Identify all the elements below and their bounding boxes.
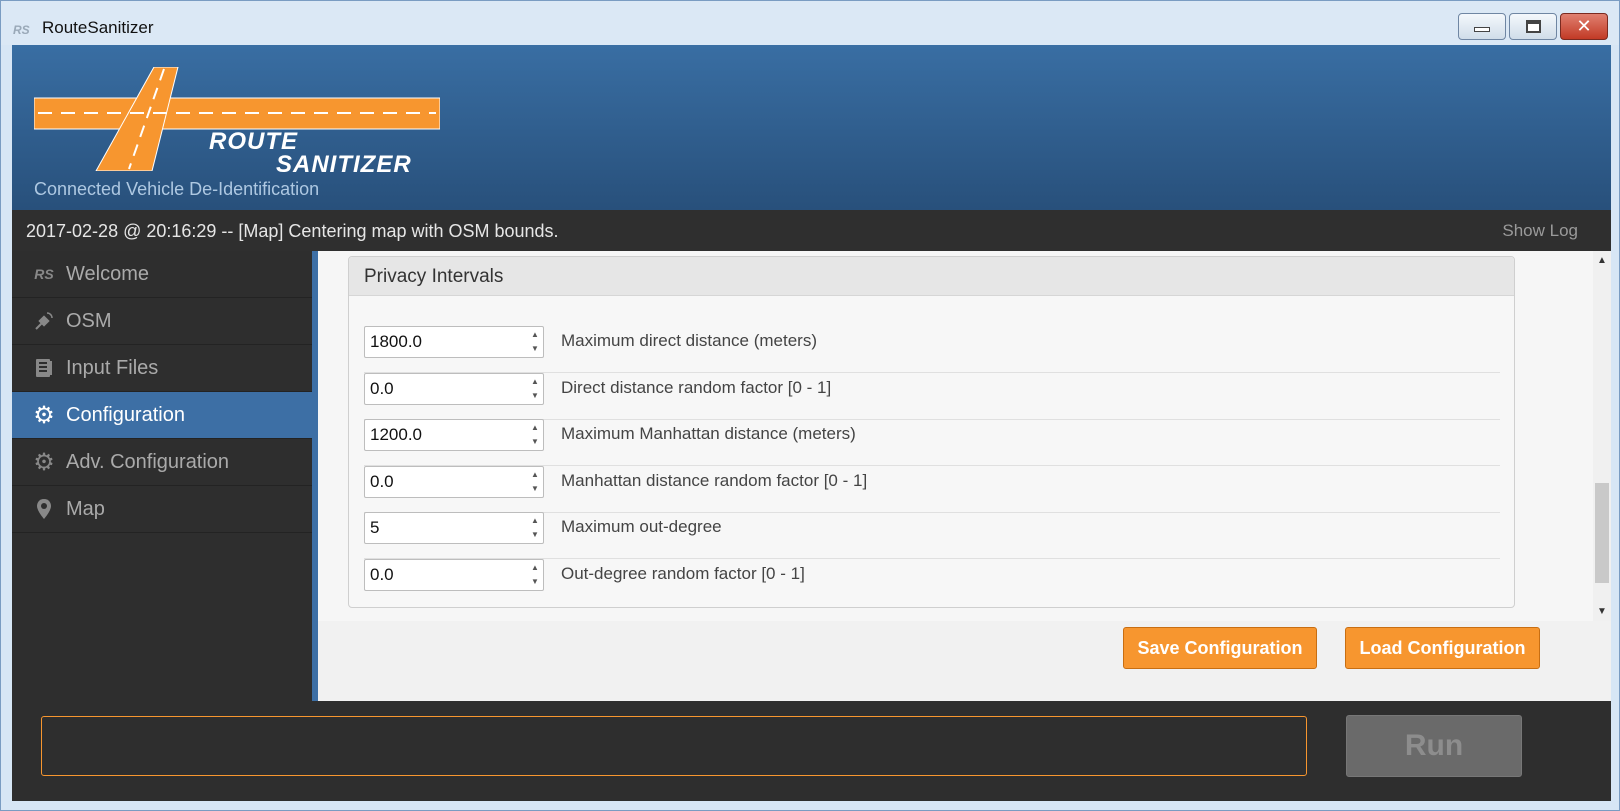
close-button[interactable]: ✕ (1560, 13, 1608, 40)
sidebar-item-welcome[interactable]: RS Welcome (12, 251, 312, 298)
max-out-degree-stepper[interactable]: ▲▼ (364, 512, 544, 544)
panel-header: Privacy Intervals (349, 257, 1514, 296)
sidebar: RS Welcome OSM Input Files ⚙ Configurati… (12, 251, 318, 701)
field-row: ▲▼ Maximum direct distance (meters) (364, 326, 1500, 373)
field-label: Maximum out-degree (561, 517, 722, 536)
config-scroll-area[interactable]: Privacy Intervals ▲▼ Maximum direct dist… (318, 251, 1593, 621)
status-bar: 2017-02-28 @ 20:16:29 -- [Map] Centering… (12, 210, 1611, 251)
decrement-icon[interactable]: ▼ (529, 529, 541, 541)
maximize-button[interactable] (1509, 13, 1557, 40)
field-row: ▲▼ Maximum out-degree (364, 512, 1500, 559)
minimize-icon (1474, 27, 1490, 32)
status-message: 2017-02-28 @ 20:16:29 -- [Map] Centering… (26, 221, 559, 241)
decrement-icon[interactable]: ▼ (529, 343, 541, 355)
load-configuration-button[interactable]: Load Configuration (1345, 627, 1540, 669)
client-area: ROUTE SANITIZER Connected Vehicle De-Ide… (12, 45, 1611, 801)
increment-icon[interactable]: ▲ (529, 515, 541, 527)
decrement-icon[interactable]: ▼ (529, 436, 541, 448)
field-label: Out-degree random factor [0 - 1] (561, 564, 805, 583)
run-button[interactable]: Run (1346, 715, 1522, 777)
direct-random-factor-input[interactable] (370, 378, 520, 400)
increment-icon[interactable]: ▲ (529, 469, 541, 481)
sidebar-item-label: Welcome (66, 262, 149, 285)
field-label: Direct distance random factor [0 - 1] (561, 378, 832, 397)
command-input[interactable] (41, 716, 1307, 776)
sidebar-item-configuration[interactable]: ⚙ Configuration (12, 392, 318, 439)
stepper-buttons: ▲ ▼ (529, 515, 541, 541)
bottom-bar: Run (12, 701, 1611, 801)
sidebar-item-label: Adv. Configuration (66, 450, 230, 473)
increment-icon[interactable]: ▲ (529, 376, 541, 388)
sidebar-item-map[interactable]: Map (12, 486, 312, 533)
title-bar[interactable]: RS RouteSanitizer ✕ (1, 1, 1619, 45)
sidebar-item-label: Configuration (66, 403, 185, 426)
sidebar-item-input-files[interactable]: Input Files (12, 345, 312, 392)
app-icon: RS (13, 23, 30, 37)
main-content: Privacy Intervals ▲▼ Maximum direct dist… (318, 251, 1611, 701)
stepper-buttons: ▲ ▼ (529, 422, 541, 448)
decrement-icon[interactable]: ▼ (529, 483, 541, 495)
sidebar-item-label: Map (66, 497, 105, 520)
increment-icon[interactable]: ▲ (529, 422, 541, 434)
decrement-icon[interactable]: ▼ (529, 390, 541, 402)
sidebar-item-adv-configuration[interactable]: ⚙ Adv. Configuration (12, 439, 312, 486)
panel-title: Privacy Intervals (364, 266, 504, 287)
logo-text-sanitizer: SANITIZER (276, 151, 412, 178)
field-row: ▲▼ Maximum Manhattan distance (meters) (364, 419, 1500, 466)
files-icon (30, 358, 58, 378)
show-log-link[interactable]: Show Log (1502, 221, 1578, 241)
stepper-buttons: ▲ ▼ (529, 562, 541, 588)
increment-icon[interactable]: ▲ (529, 562, 541, 574)
scroll-down-icon[interactable]: ▼ (1596, 606, 1608, 617)
out-degree-random-factor-stepper[interactable]: ▲▼ (364, 559, 544, 591)
max-direct-distance-input[interactable] (370, 331, 520, 353)
maximize-icon (1525, 20, 1541, 33)
satellite-icon (30, 311, 58, 331)
vertical-scrollbar[interactable]: ▲ ▼ (1593, 251, 1611, 621)
max-out-degree-input[interactable] (370, 517, 520, 539)
manhattan-random-factor-input[interactable] (370, 471, 520, 493)
max-manhattan-distance-stepper[interactable]: ▲▼ (364, 419, 544, 451)
app-header: ROUTE SANITIZER Connected Vehicle De-Ide… (12, 45, 1611, 210)
increment-icon[interactable]: ▲ (529, 329, 541, 341)
privacy-intervals-panel: Privacy Intervals ▲▼ Maximum direct dist… (348, 256, 1515, 608)
direct-random-factor-stepper[interactable]: ▲▼ (364, 373, 544, 405)
stepper-buttons: ▲ ▼ (529, 376, 541, 402)
save-configuration-button[interactable]: Save Configuration (1123, 627, 1317, 669)
field-label: Maximum direct distance (meters) (561, 331, 818, 350)
stepper-buttons: ▲ ▼ (529, 329, 541, 355)
field-row: ▲▼ Out-degree random factor [0 - 1] (364, 559, 1500, 606)
decrement-icon[interactable]: ▼ (529, 576, 541, 588)
app-subtitle: Connected Vehicle De-Identification (34, 179, 320, 199)
gear-icon: ⚙ (33, 448, 55, 476)
scroll-up-icon[interactable]: ▲ (1596, 255, 1608, 266)
sidebar-item-label: Input Files (66, 356, 159, 379)
map-pin-icon (30, 498, 58, 520)
max-manhattan-distance-input[interactable] (370, 424, 520, 446)
field-row: ▲▼ Manhattan distance random factor [0 -… (364, 466, 1500, 513)
out-degree-random-factor-input[interactable] (370, 564, 520, 586)
field-label: Maximum Manhattan distance (meters) (561, 424, 856, 443)
field-label: Manhattan distance random factor [0 - 1] (561, 471, 868, 490)
gear-icon: ⚙ (33, 401, 55, 429)
stepper-buttons: ▲ ▼ (529, 469, 541, 495)
manhattan-random-factor-stepper[interactable]: ▲▼ (364, 466, 544, 498)
sidebar-item-label: OSM (66, 309, 112, 332)
rs-logo-icon: RS (34, 266, 54, 282)
scrollbar-thumb[interactable] (1595, 483, 1609, 583)
app-window: RS RouteSanitizer ✕ ROUTE SANITIZER Conn… (0, 0, 1620, 811)
sidebar-item-osm[interactable]: OSM (12, 298, 312, 345)
window-title: RouteSanitizer (42, 18, 154, 37)
close-icon: ✕ (1576, 16, 1592, 36)
field-row: ▲▼ Direct distance random factor [0 - 1] (364, 373, 1500, 420)
max-direct-distance-stepper[interactable]: ▲▼ (364, 326, 544, 358)
minimize-button[interactable] (1458, 13, 1506, 40)
